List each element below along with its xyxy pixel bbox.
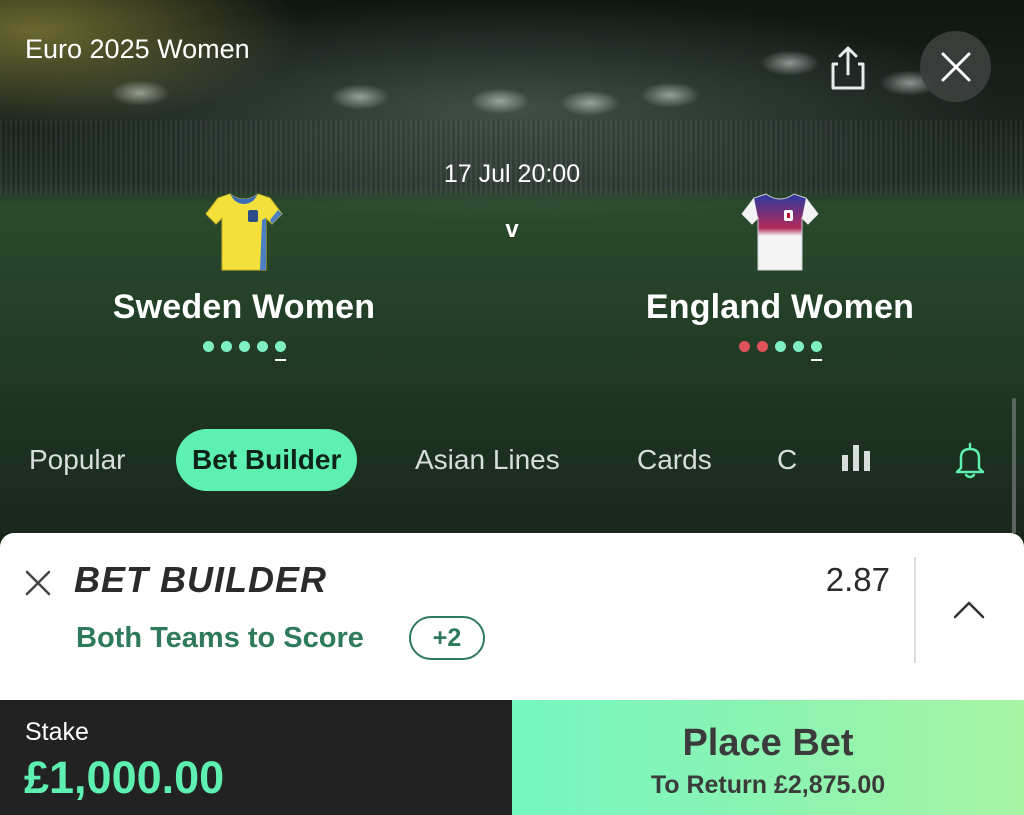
form-dot: [256, 341, 268, 352]
match-header: Euro 2025 Women 17 Jul 20:00 v Sweden Wo…: [0, 0, 1024, 533]
scrollbar[interactable]: [1012, 398, 1016, 533]
stats-icon[interactable]: [840, 443, 872, 473]
versus-label: v: [505, 216, 519, 243]
competition-title: Euro 2025 Women: [25, 34, 250, 64]
chevron-up-icon[interactable]: [944, 595, 994, 625]
share-button[interactable]: [826, 44, 870, 92]
form-dot-latest: [810, 341, 822, 361]
away-team[interactable]: England Women: [600, 190, 960, 361]
floodlight: [470, 88, 530, 114]
away-team-name: England Women: [645, 288, 915, 326]
floodlight: [560, 90, 620, 116]
floodlight: [330, 84, 390, 110]
more-selections-badge[interactable]: +2: [409, 616, 485, 660]
tab-truncated[interactable]: C: [777, 429, 797, 491]
potential-return: To Return £2,875.00: [650, 771, 886, 799]
form-dot: [756, 341, 768, 352]
stake-label: Stake: [25, 718, 89, 746]
home-form-indicator: [64, 341, 424, 361]
close-button[interactable]: [920, 31, 991, 102]
close-icon: [941, 52, 970, 81]
tab-bet-builder[interactable]: Bet Builder: [176, 429, 358, 491]
form-dot: [792, 341, 804, 352]
bet-odds: 2.87: [825, 561, 890, 598]
share-icon: [831, 46, 865, 90]
remove-selection-icon[interactable]: [24, 569, 52, 597]
sweden-kit-icon: [205, 193, 283, 271]
stadium-lights: [0, 50, 1024, 130]
tab-popular[interactable]: Popular: [29, 429, 126, 491]
away-form-indicator: [600, 341, 960, 361]
divider: [914, 557, 916, 663]
bet-selection: Both Teams to Score: [76, 622, 364, 654]
form-dot-latest: [274, 341, 286, 361]
floodlight: [640, 82, 700, 108]
floodlight: [110, 80, 170, 106]
form-dot: [220, 341, 232, 352]
bet-builder-title: BET BUILDER: [74, 559, 327, 600]
england-kit-icon: [741, 193, 819, 271]
bet-builder-card: BET BUILDER 2.87 Both Teams to Score +2: [0, 533, 1024, 700]
floodlight: [760, 50, 820, 76]
stake-panel[interactable]: Stake £1,000.00: [0, 700, 512, 815]
kickoff-time: 17 Jul 20:00: [443, 160, 581, 188]
home-team-name: Sweden Women: [112, 288, 376, 326]
form-dot: [238, 341, 250, 352]
form-dot: [774, 341, 786, 352]
form-dot: [738, 341, 750, 352]
tab-cards[interactable]: Cards: [637, 429, 712, 491]
stake-amount[interactable]: £1,000.00: [24, 752, 224, 804]
place-bet-button[interactable]: Place Bet To Return £2,875.00: [512, 700, 1024, 815]
tab-asian-lines[interactable]: Asian Lines: [415, 429, 560, 491]
bell-icon[interactable]: [950, 440, 990, 480]
place-bet-label: Place Bet: [682, 722, 854, 764]
form-dot: [202, 341, 214, 352]
home-team[interactable]: Sweden Women: [64, 190, 424, 361]
